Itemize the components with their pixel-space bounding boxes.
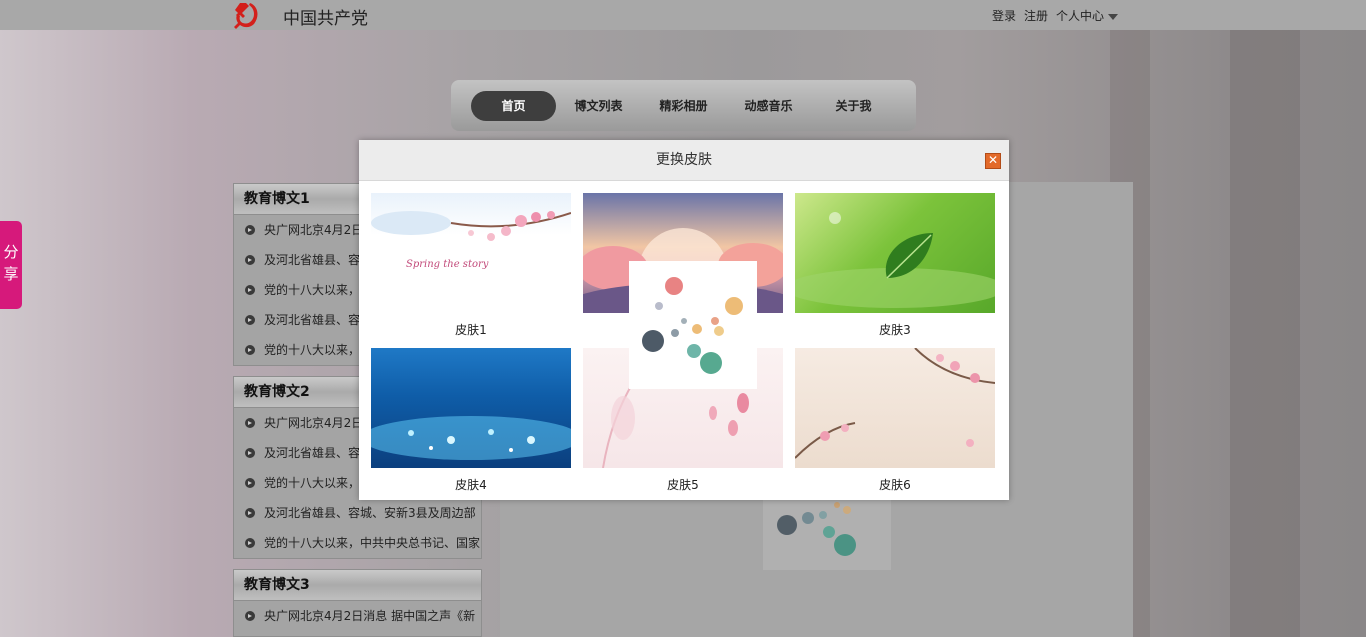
bullet-icon: [245, 611, 255, 621]
skin-label: 皮肤3: [879, 323, 911, 337]
user-center-menu[interactable]: 个人中心: [1056, 9, 1126, 23]
nav-item-home[interactable]: 首页: [471, 91, 556, 121]
share-label: 分: [3, 243, 19, 261]
skin-label: 皮肤5: [667, 478, 699, 492]
close-icon[interactable]: ✕: [985, 153, 1001, 169]
bullet-icon: [245, 225, 255, 235]
bullet-icon: [245, 478, 255, 488]
nav-item-album[interactable]: 精彩相册: [641, 91, 726, 121]
skin-thumbnail: [795, 193, 995, 313]
nav-item-music[interactable]: 动感音乐: [726, 91, 811, 121]
skin-label: 皮肤4: [455, 478, 487, 492]
skin-option-4[interactable]: 皮肤4: [371, 348, 571, 493]
skin-thumbnail: [795, 348, 995, 468]
top-bar: 中国共产党 登录 注册 个人中心: [0, 0, 1366, 30]
list-item-text: 及河北省雄县、容城、安新3县及周边部: [264, 506, 476, 520]
nav-item-blog-list[interactable]: 博文列表: [556, 91, 641, 121]
bullet-icon: [245, 345, 255, 355]
skin-option-1[interactable]: Spring the story 皮肤1: [371, 193, 571, 338]
login-link[interactable]: 登录: [992, 9, 1016, 23]
skin-option-6[interactable]: 皮肤6: [795, 348, 995, 493]
bullet-icon: [245, 538, 255, 548]
register-link[interactable]: 注册: [1024, 9, 1048, 23]
skin-label: 皮肤6: [879, 478, 911, 492]
skin-thumb-caption: Spring the story: [406, 259, 489, 270]
main-nav: 首页 博文列表 精彩相册 动感音乐 关于我: [451, 80, 916, 131]
dialog-title: 更换皮肤: [359, 140, 1009, 181]
bullet-icon: [245, 255, 255, 265]
skin-thumbnail: [371, 348, 571, 468]
share-label: 享: [3, 265, 19, 283]
loading-spinner: [629, 261, 757, 389]
share-tab[interactable]: 分 享: [0, 221, 22, 309]
box-title[interactable]: 教育博文3: [234, 570, 481, 601]
list-item-text: 党的十八大以来，中共中央总书记、国家: [264, 536, 481, 550]
skin-thumbnail: Spring the story: [371, 193, 571, 313]
list-item[interactable]: 央广网北京4月2日消息 据中国之声《新: [234, 601, 481, 631]
list-item[interactable]: 党的十八大以来，中共中央总书记、国家: [234, 528, 481, 558]
list-item-text: 央广网北京4月2日消息 据中国之声《新: [264, 609, 476, 623]
bullet-icon: [245, 315, 255, 325]
party-emblem-logo: [234, 3, 258, 29]
chevron-down-icon: [1108, 13, 1119, 20]
nav-item-about[interactable]: 关于我: [811, 91, 896, 121]
bullet-icon: [245, 418, 255, 428]
bullet-icon: [245, 285, 255, 295]
user-center-label: 个人中心: [1056, 9, 1105, 23]
top-links: 登录 注册 个人中心: [992, 7, 1134, 24]
blog-box-3: 教育博文3 央广网北京4月2日消息 据中国之声《新: [233, 569, 482, 637]
skin-option-3[interactable]: 皮肤3: [795, 193, 995, 338]
bullet-icon: [245, 448, 255, 458]
background-decoration: [1230, 30, 1300, 637]
skin-label: 皮肤1: [455, 323, 487, 337]
list-item[interactable]: 及河北省雄县、容城、安新3县及周边部: [234, 498, 481, 528]
bullet-icon: [245, 508, 255, 518]
site-title[interactable]: 中国共产党: [283, 4, 368, 29]
